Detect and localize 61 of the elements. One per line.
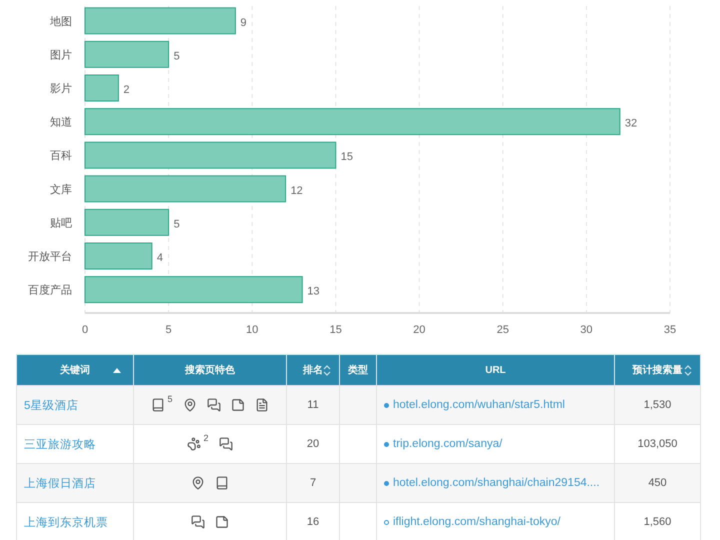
sort-icon[interactable] [684,365,692,376]
value-label: 9 [240,16,247,29]
keyword-link[interactable]: 三亚旅游攻略 [24,438,96,450]
column-header[interactable]: 关键词 [60,365,90,376]
rank-value: 20 [306,438,320,450]
value-label: 12 [290,184,303,197]
axis-tick-label: 0 [82,324,88,336]
search-volume: 1,530 [644,399,672,411]
rank-value: 11 [307,399,319,411]
value-label: 2 [123,84,130,96]
note-icon[interactable] [230,398,244,412]
sort-ascending-icon[interactable] [113,368,121,373]
book-icon[interactable] [215,476,229,490]
category-label: 文库 [50,184,72,196]
rank-value: 16 [306,516,320,528]
category-label: 图片 [50,49,72,62]
axis-tick-label: 10 [246,324,258,336]
axis-tick-label: 25 [496,324,509,336]
category-label: 百科 [50,150,72,162]
map-pin-icon[interactable] [191,476,205,490]
bar [84,74,119,102]
rank-value: 7 [310,477,316,489]
value-label: 32 [624,118,638,130]
sort-icon[interactable] [323,365,331,376]
map-pin-icon[interactable] [182,398,196,412]
chat-icon[interactable] [218,437,232,451]
category-label: 百度产品 [28,284,72,297]
axis-tick-label: 20 [413,324,426,336]
value-label: 5 [174,218,180,230]
book-icon[interactable] [151,398,166,412]
value-label: 13 [307,286,320,298]
axis-tick-label: 15 [330,324,342,336]
category-label: 地图 [50,16,72,28]
value-label: 5 [174,50,180,62]
axis-tick-label: 30 [580,324,593,336]
value-label: 4 [156,252,163,264]
column-header[interactable]: 排名 [303,365,323,376]
category-label: 贴吧 [50,217,72,230]
search-volume: 1,560 [644,516,672,528]
search-volume: 450 [648,477,667,489]
column-header[interactable]: 搜索页特色 [185,365,235,376]
pdf-file-icon[interactable] [254,398,268,412]
category-label: 开放平台 [28,251,72,263]
keyword-link[interactable]: 5星级酒店 [24,400,78,412]
column-header[interactable]: URL [485,364,506,376]
category-label: 影片 [50,83,72,95]
category-label: 知道 [50,116,72,129]
keyword-link[interactable]: 上海假日酒店 [24,478,96,490]
column-header[interactable]: 类型 [348,365,368,376]
bar [84,242,152,270]
axis-tick-label: 5 [166,324,172,336]
paw-icon[interactable] [187,437,202,451]
note-icon[interactable] [215,515,229,529]
chat-icon[interactable] [206,398,220,412]
chat-icon[interactable] [191,515,205,529]
axis-tick-label: 35 [664,324,676,336]
search-volume: 103,050 [638,438,678,450]
value-label: 15 [340,151,353,164]
url-link[interactable]: trip.elong.com/sanya/ [393,438,502,450]
feature-count: 2 [203,433,208,443]
feature-count: 5 [167,394,172,404]
